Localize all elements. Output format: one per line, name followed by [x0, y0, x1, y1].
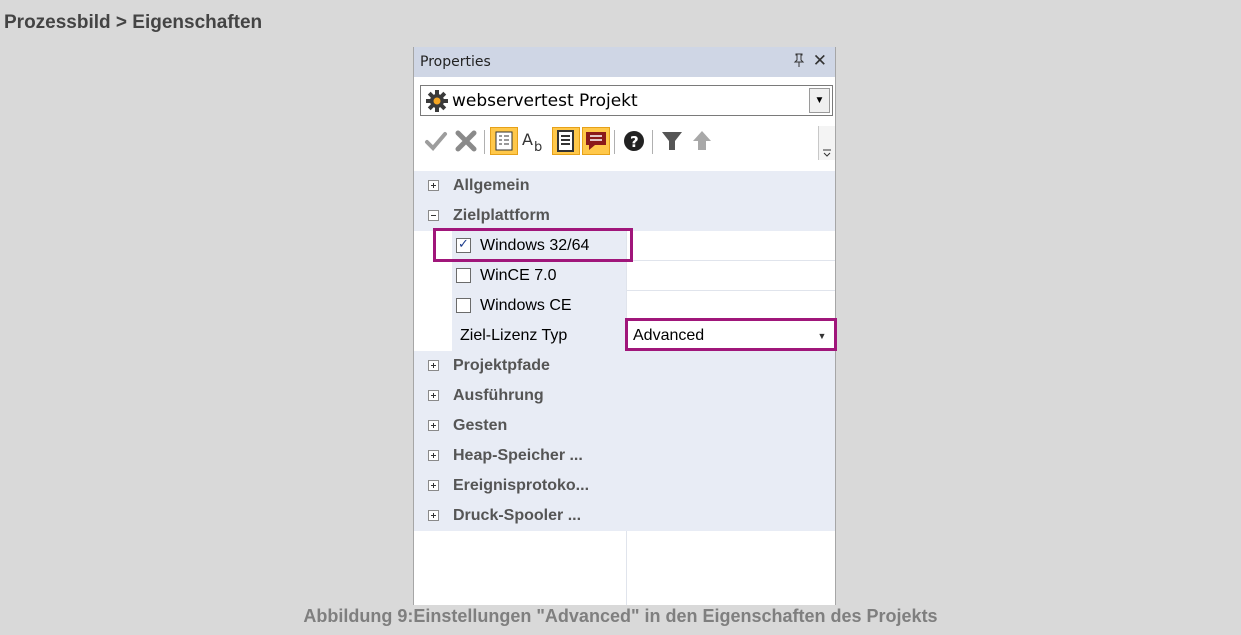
expand-icon[interactable] [428, 450, 439, 461]
comment-icon[interactable] [582, 127, 610, 155]
toolbar-overflow-button[interactable] [818, 126, 835, 160]
category-row-heap-speicher[interactable]: Heap-Speicher ... [414, 441, 835, 471]
svg-text:b: b [534, 140, 542, 155]
license-type-value: Advanced [633, 327, 705, 344]
description-icon[interactable] [552, 127, 580, 155]
category-label: Zielplattform [453, 207, 550, 224]
filter-icon[interactable] [658, 127, 686, 155]
collapse-icon[interactable] [428, 210, 439, 221]
panel-title: Properties [420, 54, 491, 70]
property-row-wince-7[interactable]: WinCE 7.0 [414, 261, 835, 291]
svg-text:A: A [522, 130, 533, 149]
alphabetical-icon[interactable]: Ab [520, 127, 548, 155]
category-label: Heap-Speicher ... [453, 447, 583, 464]
checkbox-windows-32-64[interactable] [456, 237, 471, 253]
gear-icon [425, 89, 449, 113]
category-label: Projektpfade [453, 357, 550, 374]
property-value-cell[interactable] [627, 261, 835, 291]
property-row-windows-ce[interactable]: Windows CE [414, 291, 835, 321]
category-row-projektpfade[interactable]: Projektpfade [414, 351, 835, 381]
checkbox-label: Windows CE [480, 297, 572, 314]
expand-icon[interactable] [428, 390, 439, 401]
apply-check-icon[interactable] [422, 127, 450, 155]
pin-icon[interactable] [793, 53, 805, 71]
category-label: Gesten [453, 417, 508, 434]
category-label: Ereignisprotoko... [453, 477, 590, 494]
property-row-ziel-lizenz-typ[interactable]: Ziel-Lizenz Typ Advanced ▼ [414, 321, 835, 351]
categorized-icon[interactable] [490, 127, 518, 155]
category-row-ausfuehrung[interactable]: Ausführung [414, 381, 835, 411]
category-row-zielplattform[interactable]: Zielplattform [414, 201, 835, 231]
chevron-down-icon[interactable]: ▼ [811, 324, 833, 348]
expand-icon[interactable] [428, 480, 439, 491]
properties-toolbar: Ab ? [414, 122, 835, 163]
category-row-allgemein[interactable]: Allgemein [414, 171, 835, 201]
toolbar-separator [652, 130, 653, 154]
property-value-cell[interactable] [627, 231, 835, 261]
property-row-windows-32-64[interactable]: Windows 32/64 [414, 231, 835, 261]
category-label: Druck-Spooler ... [453, 507, 582, 524]
up-arrow-icon[interactable] [688, 127, 716, 155]
help-icon[interactable]: ? [620, 127, 648, 155]
checkbox-windows-ce[interactable] [456, 298, 471, 313]
expand-icon[interactable] [428, 180, 439, 191]
category-label: Allgemein [453, 177, 530, 194]
properties-panel: Properties ✕ webservertest Projekt ▼ A b… [413, 47, 836, 605]
checkbox-label: WinCE 7.0 [480, 267, 557, 284]
svg-text:?: ? [630, 133, 639, 151]
expand-icon[interactable] [428, 420, 439, 431]
property-value-cell[interactable] [627, 291, 835, 321]
property-grid: Allgemein Zielplattform Windows 32/64 Wi… [414, 171, 835, 605]
document-heading: Prozessbild > Eigenschaften [4, 12, 263, 33]
cancel-x-icon[interactable] [452, 127, 480, 155]
toolbar-separator [484, 130, 485, 154]
close-icon[interactable]: ✕ [813, 51, 827, 71]
checkbox-wince-7[interactable] [456, 268, 471, 283]
checkbox-label: Windows 32/64 [480, 237, 590, 254]
object-selector-value: webservertest Projekt [452, 91, 638, 111]
panel-titlebar: Properties ✕ [414, 47, 835, 77]
toolbar-separator [614, 130, 615, 154]
license-type-label: Ziel-Lizenz Typ [460, 327, 568, 344]
category-row-druck-spooler[interactable]: Druck-Spooler ... [414, 501, 835, 531]
object-selector-dropdown[interactable]: webservertest Projekt ▼ [420, 85, 833, 116]
category-row-gesten[interactable]: Gesten [414, 411, 835, 441]
figure-caption: Abbildung 9:Einstellungen "Advanced" in … [303, 606, 938, 626]
chevron-down-icon[interactable]: ▼ [809, 88, 830, 113]
category-row-ereignisprotokoll[interactable]: Ereignisprotoko... [414, 471, 835, 501]
expand-icon[interactable] [428, 510, 439, 521]
expand-icon[interactable] [428, 360, 439, 371]
category-label: Ausführung [453, 387, 544, 404]
